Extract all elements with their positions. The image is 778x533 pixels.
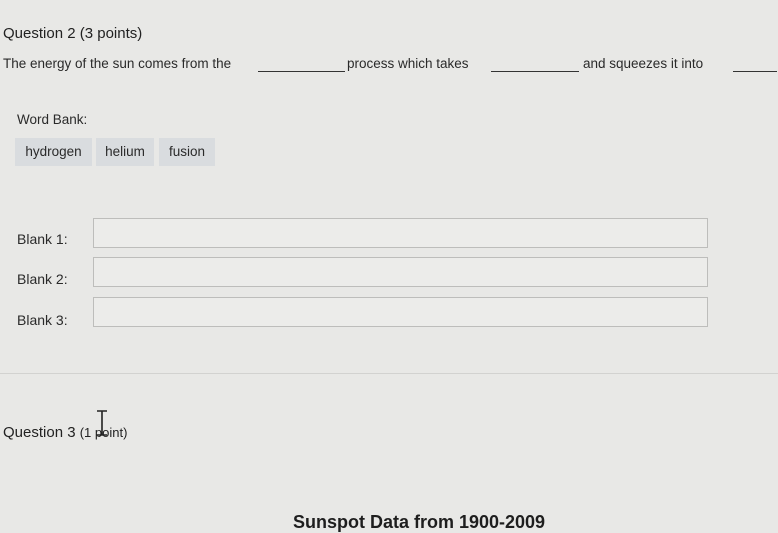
question-2-points: (3 points) <box>79 25 143 42</box>
blank-2-label: Blank 2: <box>17 271 68 287</box>
word-bank-chip-fusion[interactable]: fusion <box>159 138 215 166</box>
question-divider <box>0 373 778 374</box>
word-bank-chip-hydrogen[interactable]: hydrogen <box>15 138 92 166</box>
question-3-number: Question 3 <box>3 424 76 441</box>
text-cursor-icon <box>97 410 107 436</box>
sentence-blank-3 <box>733 71 777 72</box>
sentence-blank-1 <box>258 71 345 72</box>
sentence-part-1: The energy of the sun comes from the <box>3 56 232 71</box>
blank-3-input[interactable] <box>93 297 708 327</box>
sentence-part-3: and squeezes it into <box>583 56 704 71</box>
word-bank-chip-helium[interactable]: helium <box>96 138 154 166</box>
word-bank-label: Word Bank: <box>17 112 88 127</box>
blank-2-input[interactable] <box>93 257 708 287</box>
question-2-number: Question 2 <box>3 25 76 42</box>
sentence-blank-2 <box>491 71 579 72</box>
blank-1-input[interactable] <box>93 218 708 248</box>
blank-3-label: Blank 3: <box>17 312 68 328</box>
question-3-title: Question 3 (1 point) <box>3 424 127 441</box>
blank-1-label: Blank 1: <box>17 231 68 247</box>
question-2-title: Question 2 (3 points) <box>3 25 142 42</box>
sentence-part-2: process which takes <box>347 56 469 71</box>
